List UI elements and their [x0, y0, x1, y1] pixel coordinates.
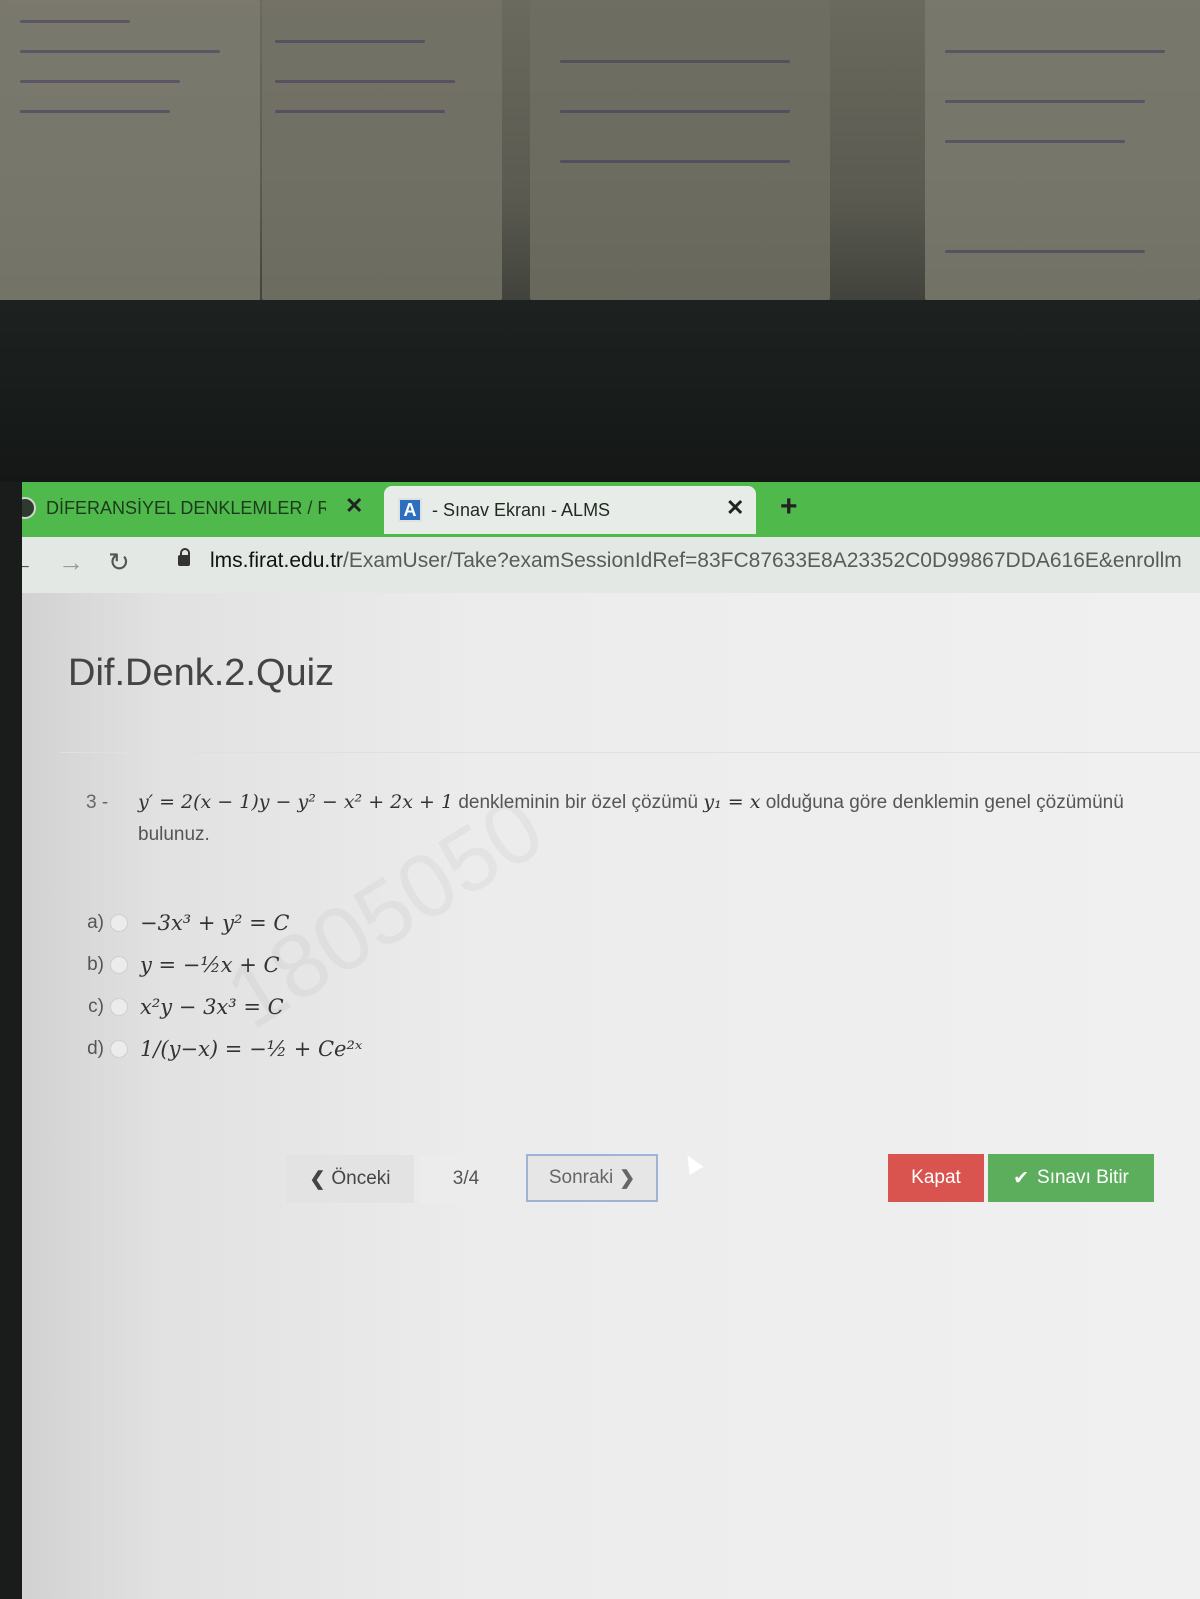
- check-icon: ✔: [1013, 1167, 1030, 1189]
- answer-options: a) −3x³ + y² = C b) y = −½x + C c) x²y −…: [76, 902, 362, 1070]
- poster-scribble: [945, 50, 1165, 53]
- option-c[interactable]: c) x²y − 3x³ = C: [76, 986, 362, 1028]
- option-text: x²y − 3x³ = C: [140, 995, 284, 1019]
- tab-title: - Sınav Ekranı - ALMS: [432, 499, 611, 520]
- poster-scribble: [20, 80, 180, 83]
- mouse-cursor-icon: [680, 1151, 704, 1175]
- previous-button[interactable]: ❮ Önceki: [286, 1155, 414, 1203]
- url-path: /ExamUser/Take?examSessionIdRef=83FC8763…: [343, 549, 1182, 572]
- wall-poster: [925, 0, 1200, 300]
- divider: [60, 752, 1200, 753]
- poster-scribble: [20, 20, 130, 23]
- reload-icon[interactable]: ↻: [108, 547, 130, 578]
- option-text: 1/(y−x) = −½ + Ce²ˣ: [140, 1037, 363, 1061]
- poster-scribble: [20, 50, 220, 53]
- radio-button[interactable]: [110, 956, 128, 974]
- photo-frame: DİFERANSİYEL DENKLEMLER / R ✕ A - Sınav …: [0, 0, 1200, 1599]
- next-label: Sonraki: [548, 1167, 614, 1188]
- option-letter: b): [87, 954, 104, 975]
- page-indicator: 3/4: [420, 1155, 512, 1203]
- wall-poster: [0, 0, 260, 320]
- address-bar-row: ← → ↻ lms.firat.edu.tr/ExamUser/Take?exa…: [0, 537, 1200, 593]
- tab-sinav-ekrani[interactable]: A - Sınav Ekranı - ALMS ✕: [384, 486, 756, 534]
- option-letter: d): [87, 1038, 104, 1059]
- chevron-left-icon: ❮: [309, 1168, 326, 1190]
- forward-arrow-icon[interactable]: →: [58, 547, 84, 578]
- screen-glare: [0, 593, 160, 1599]
- close-exam-button[interactable]: Kapat: [888, 1154, 984, 1202]
- option-text: −3x³ + y² = C: [140, 911, 290, 935]
- url-host: lms.firat.edu.tr: [210, 549, 344, 572]
- tab-bar: DİFERANSİYEL DENKLEMLER / R ✕ A - Sınav …: [0, 482, 1200, 537]
- chevron-right-icon: ❯: [619, 1167, 636, 1189]
- question-number: 3 -: [86, 792, 109, 813]
- poster-scribble: [275, 80, 455, 83]
- option-d[interactable]: d) 1/(y−x) = −½ + Ce²ˣ: [76, 1028, 362, 1070]
- close-icon[interactable]: ✕: [345, 493, 363, 519]
- radio-button[interactable]: [110, 914, 128, 932]
- background-wall: [0, 0, 1200, 330]
- option-a[interactable]: a) −3x³ + y² = C: [76, 902, 362, 944]
- poster-scribble: [20, 110, 170, 113]
- option-text: y = −½x + C: [140, 953, 280, 977]
- wall-poster: [530, 0, 830, 300]
- radio-button[interactable]: [110, 1040, 128, 1058]
- monitor-bezel-left: [0, 482, 22, 1599]
- poster-scribble: [945, 100, 1145, 103]
- monitor-bezel: [0, 300, 1200, 482]
- finish-exam-button[interactable]: ✔ Sınavı Bitir: [988, 1154, 1154, 1202]
- particular-solution: y₁ = x: [703, 791, 761, 813]
- next-button[interactable]: Sonraki ❯: [526, 1154, 658, 1202]
- url-field[interactable]: lms.firat.edu.tr/ExamUser/Take?examSessi…: [210, 549, 1182, 573]
- alms-logo-icon: A: [398, 498, 422, 522]
- finish-label: Sınavı Bitir: [1037, 1167, 1129, 1188]
- tab-title: DİFERANSİYEL DENKLEMLER / R: [46, 497, 326, 518]
- new-tab-button[interactable]: +: [780, 490, 798, 524]
- poster-scribble: [945, 140, 1125, 143]
- question-text: y′ = 2(x − 1)y − y² − x² + 2x + 1 denkle…: [138, 786, 1178, 851]
- question-text-part: denkleminin bir özel çözümü: [453, 792, 704, 813]
- tab-diferansiyel[interactable]: DİFERANSİYEL DENKLEMLER / R ✕: [0, 486, 378, 530]
- question-equation: y′ = 2(x − 1)y − y² − x² + 2x + 1: [138, 791, 454, 813]
- poster-scribble: [945, 250, 1145, 253]
- poster-scribble: [560, 60, 790, 63]
- option-letter: c): [88, 996, 104, 1017]
- close-icon[interactable]: ✕: [726, 495, 744, 521]
- radio-button[interactable]: [110, 998, 128, 1016]
- lock-icon: [178, 548, 190, 566]
- previous-label: Önceki: [331, 1168, 391, 1189]
- option-b[interactable]: b) y = −½x + C: [76, 944, 362, 986]
- poster-scribble: [560, 160, 790, 163]
- page-title: Dif.Denk.2.Quiz: [68, 652, 335, 694]
- poster-scribble: [560, 110, 790, 113]
- wall-poster: [262, 0, 502, 300]
- option-letter: a): [87, 912, 104, 933]
- poster-scribble: [275, 40, 425, 43]
- poster-scribble: [275, 110, 445, 113]
- browser-window: DİFERANSİYEL DENKLEMLER / R ✕ A - Sınav …: [0, 482, 1200, 1599]
